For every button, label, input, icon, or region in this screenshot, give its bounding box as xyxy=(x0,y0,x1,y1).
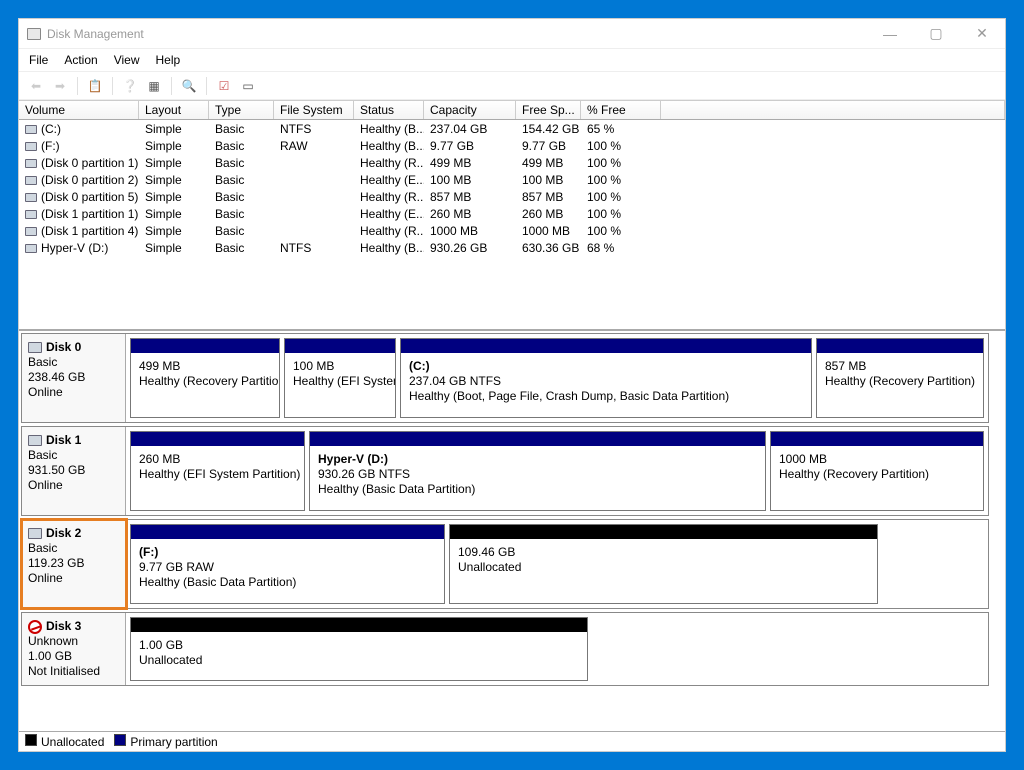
col-type[interactable]: Type xyxy=(209,100,274,119)
disk-1-info: Disk 1 Basic 931.50 GB Online xyxy=(22,427,126,515)
forward-icon[interactable]: ➡ xyxy=(49,75,71,97)
menu-bar: File Action View Help xyxy=(19,49,1005,72)
menu-view[interactable]: View xyxy=(114,53,140,67)
disk-3-block[interactable]: Disk 3 Unknown 1.00 GB Not Initialised 1… xyxy=(21,612,989,686)
disk-icon xyxy=(28,528,42,539)
disk3-unallocated[interactable]: 1.00 GBUnallocated xyxy=(130,617,588,681)
back-icon[interactable]: ⬅ xyxy=(25,75,47,97)
show-hide-console-icon[interactable]: 📋 xyxy=(84,75,106,97)
partition-bar xyxy=(131,339,279,353)
disk-2-block[interactable]: Disk 2 Basic 119.23 GB Online (F:)9.77 G… xyxy=(21,519,989,609)
partition-bar xyxy=(817,339,983,353)
menu-action[interactable]: Action xyxy=(64,53,97,67)
toolbar: ⬅ ➡ 📋 ❔ ▦ 🔍 ☑ ▭ xyxy=(19,72,1005,100)
disk-unknown-icon xyxy=(28,620,42,634)
settings-view-icon[interactable]: ▦ xyxy=(143,75,165,97)
volume-row[interactable]: (Disk 0 partition 5)SimpleBasicHealthy (… xyxy=(19,188,1005,205)
disk-icon xyxy=(28,435,42,446)
partition-bar xyxy=(285,339,395,353)
refresh-icon[interactable]: 🔍 xyxy=(178,75,200,97)
disk-icon xyxy=(28,342,42,353)
volume-row[interactable]: (Disk 1 partition 1)SimpleBasicHealthy (… xyxy=(19,205,1005,222)
col-filesystem[interactable]: File System xyxy=(274,100,354,119)
legend-swatch-primary xyxy=(114,734,126,746)
disk1-part4[interactable]: 1000 MBHealthy (Recovery Partition) xyxy=(770,431,984,511)
app-icon xyxy=(27,28,41,40)
disk-1-block[interactable]: Disk 1 Basic 931.50 GB Online 260 MBHeal… xyxy=(21,426,989,516)
window-title: Disk Management xyxy=(47,27,144,41)
col-status[interactable]: Status xyxy=(354,100,424,119)
volume-row[interactable]: Hyper-V (D:)SimpleBasicNTFSHealthy (B...… xyxy=(19,239,1005,256)
menu-file[interactable]: File xyxy=(29,53,48,67)
volume-row[interactable]: (Disk 0 partition 2)SimpleBasicHealthy (… xyxy=(19,171,1005,188)
disk1-part-d[interactable]: Hyper-V (D:)930.26 GB NTFSHealthy (Basic… xyxy=(309,431,766,511)
volume-list: Volume Layout Type File System Status Ca… xyxy=(19,100,1005,330)
volume-row[interactable]: (C:)SimpleBasicNTFSHealthy (B...237.04 G… xyxy=(19,120,1005,137)
disk2-unallocated[interactable]: 109.46 GBUnallocated xyxy=(449,524,878,604)
partition-bar xyxy=(131,618,587,632)
volume-list-header: Volume Layout Type File System Status Ca… xyxy=(19,100,1005,120)
action-list-icon[interactable]: ▭ xyxy=(237,75,259,97)
partition-bar xyxy=(131,525,444,539)
close-button[interactable]: ✕ xyxy=(959,19,1005,49)
partition-bar xyxy=(310,432,765,446)
disk0-part2[interactable]: 100 MBHealthy (EFI System xyxy=(284,338,396,418)
volume-row[interactable]: (F:)SimpleBasicRAWHealthy (B...9.77 GB9.… xyxy=(19,137,1005,154)
legend-label-primary: Primary partition xyxy=(130,735,217,749)
disk-3-info: Disk 3 Unknown 1.00 GB Not Initialised xyxy=(22,613,126,685)
disk0-part1[interactable]: 499 MBHealthy (Recovery Partition) xyxy=(130,338,280,418)
col-volume[interactable]: Volume xyxy=(19,100,139,119)
col-free[interactable]: Free Sp... xyxy=(516,100,581,119)
legend: Unallocated Primary partition xyxy=(19,731,1005,751)
minimize-button[interactable]: — xyxy=(867,19,913,49)
help-icon[interactable]: ❔ xyxy=(119,75,141,97)
disk-0-block[interactable]: Disk 0 Basic 238.46 GB Online 499 MBHeal… xyxy=(21,333,989,423)
col-pctfree[interactable]: % Free xyxy=(581,100,661,119)
partition-bar xyxy=(450,525,877,539)
volume-row[interactable]: (Disk 0 partition 1)SimpleBasicHealthy (… xyxy=(19,154,1005,171)
partition-bar xyxy=(771,432,983,446)
legend-swatch-unallocated xyxy=(25,734,37,746)
legend-label-unallocated: Unallocated xyxy=(41,735,104,749)
action-check-icon[interactable]: ☑ xyxy=(213,75,235,97)
disk-graphical-view[interactable]: Disk 0 Basic 238.46 GB Online 499 MBHeal… xyxy=(19,330,1005,731)
disk1-part1[interactable]: 260 MBHealthy (EFI System Partition) xyxy=(130,431,305,511)
partition-bar xyxy=(131,432,304,446)
col-capacity[interactable]: Capacity xyxy=(424,100,516,119)
disk2-part-f[interactable]: (F:)9.77 GB RAWHealthy (Basic Data Parti… xyxy=(130,524,445,604)
partition-bar xyxy=(401,339,811,353)
volume-row[interactable]: (Disk 1 partition 4)SimpleBasicHealthy (… xyxy=(19,222,1005,239)
disk-2-info: Disk 2 Basic 119.23 GB Online xyxy=(22,520,126,608)
menu-help[interactable]: Help xyxy=(156,53,181,67)
disk0-part5[interactable]: 857 MBHealthy (Recovery Partition) xyxy=(816,338,984,418)
title-bar: Disk Management — ▢ ✕ xyxy=(19,19,1005,49)
col-layout[interactable]: Layout xyxy=(139,100,209,119)
maximize-button[interactable]: ▢ xyxy=(913,19,959,49)
disk-management-window: Disk Management — ▢ ✕ File Action View H… xyxy=(18,18,1006,752)
disk-0-info: Disk 0 Basic 238.46 GB Online xyxy=(22,334,126,422)
disk0-part-c[interactable]: (C:)237.04 GB NTFSHealthy (Boot, Page Fi… xyxy=(400,338,812,418)
